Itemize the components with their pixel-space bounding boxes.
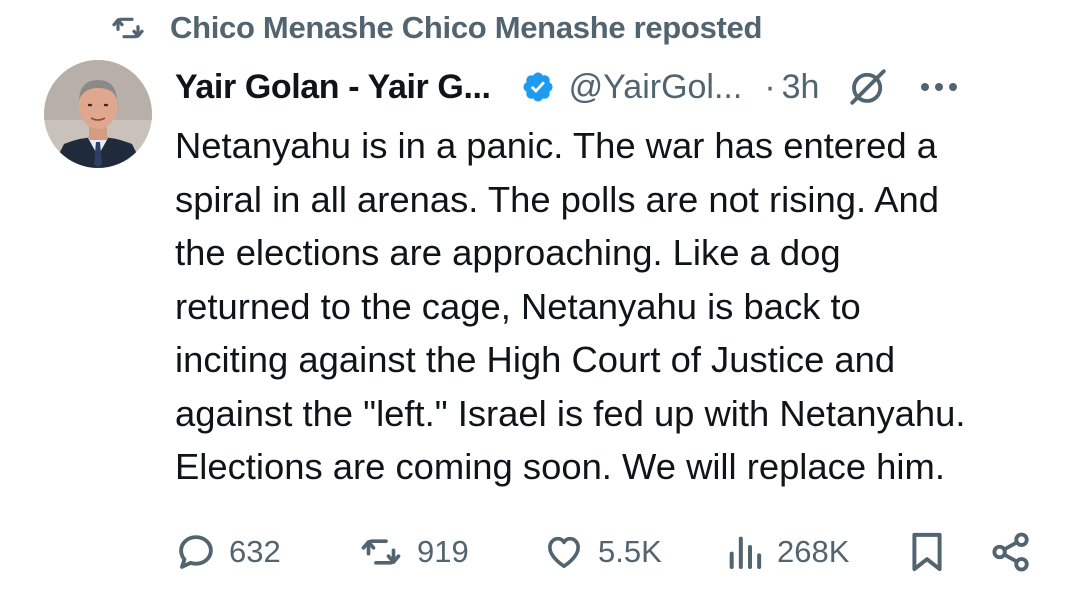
repost-count: 919 [417,534,469,569]
repost-label: Chico Menashe Chico Menashe reposted [170,10,763,45]
avatar[interactable] [44,60,152,168]
views-count: 268K [777,534,850,569]
tweet-text-line: spiral in all arenas. The polls are not … [175,178,939,220]
tweet-header: Yair Golan - Yair G... @YairGol... · 3h [175,62,1045,112]
analytics-icon [725,532,765,572]
tweet-text-line: the elections are approaching. Like a do… [175,232,841,273]
tweet-text-line: Netanyahu is in a panic. The war has ent… [175,125,937,166]
bookmark-button[interactable] [909,526,945,578]
heart-icon [542,532,586,572]
reply-icon [175,531,217,573]
tweet-text-line: returned to the cage, Netanyahu is back … [175,285,861,327]
tweet-body: Netanyahu is in a panic. The war has ent… [175,119,1055,494]
share-button[interactable] [990,526,1032,578]
verified-badge-icon[interactable] [521,70,555,104]
tweet-text-line: against the "left." Israel is fed up wit… [175,392,966,434]
like-button[interactable]: 5.5K [542,526,662,578]
reply-count: 632 [229,534,281,569]
grok-icon[interactable] [847,66,889,108]
repost-context[interactable]: Chico Menashe Chico Menashe reposted [108,6,762,50]
share-icon [990,531,1032,573]
repost-button[interactable]: 919 [357,526,469,578]
tweet-text-line: inciting against the High Court of Justi… [175,339,896,380]
reply-button[interactable]: 632 [175,526,281,578]
views-button[interactable]: 268K [725,526,849,578]
repost-icon [108,12,148,44]
action-bar: 632 919 5.5K 268K [175,526,1035,578]
repost-icon [357,532,405,572]
tweet-text-line: Elections are coming soon. We will repla… [175,446,945,487]
user-handle[interactable]: @YairGol... [569,68,743,107]
display-name[interactable]: Yair Golan - Yair G... [175,68,491,107]
post-time[interactable]: 3h [782,68,820,107]
bookmark-icon [909,530,945,574]
separator-dot: · [764,67,776,106]
more-options-icon[interactable] [919,81,959,93]
like-count: 5.5K [598,534,662,569]
